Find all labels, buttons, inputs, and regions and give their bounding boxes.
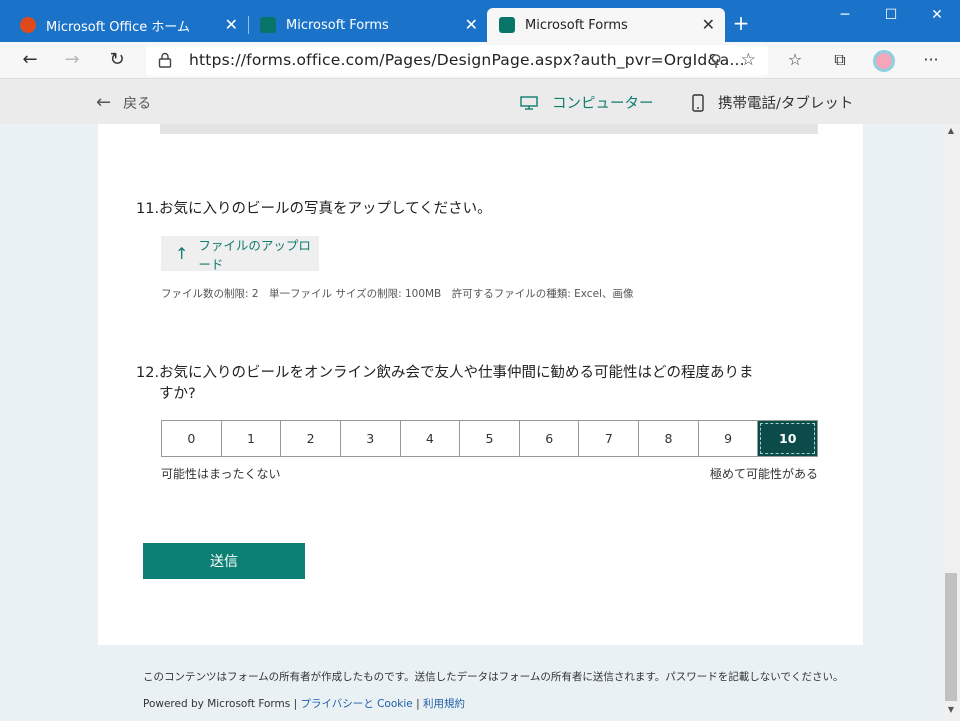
tab-forms-active[interactable]: Microsoft Forms ✕: [487, 8, 725, 42]
phone-icon: [692, 93, 704, 112]
question-number: 11.: [136, 201, 160, 217]
tab-title: Microsoft Forms: [525, 17, 628, 33]
scroll-down-icon[interactable]: ▼: [942, 705, 960, 719]
previous-question-block: [160, 124, 818, 134]
tab-office-home[interactable]: Microsoft Office ホーム ✕: [8, 8, 248, 42]
scale-low-label: 可能性はまったくない: [161, 467, 281, 481]
office-icon: [20, 17, 36, 33]
favorites-list-icon[interactable]: ☆: [782, 47, 808, 73]
new-tab-button[interactable]: +: [729, 11, 753, 35]
question-text-cont: すか?: [159, 386, 196, 402]
preview-toolbar: ← 戻る コンピューター 携帯電話/タブレット: [0, 80, 960, 124]
browser-toolbar: ← → ↻ https://forms.office.com/Pages/Des…: [0, 42, 960, 79]
close-icon[interactable]: ✕: [225, 15, 238, 35]
mobile-view-button[interactable]: 携帯電話/タブレット: [692, 92, 853, 113]
back-label: 戻る: [123, 95, 152, 112]
computer-view-button[interactable]: コンピューター: [520, 92, 654, 113]
footer-notice: このコンテンツはフォームの所有者が作成したものです。送信したデータはフォームの所…: [143, 671, 844, 683]
forward-arrow-icon[interactable]: →: [58, 46, 86, 74]
question-text: お気に入りのビールの写真をアップしてください。: [159, 201, 492, 217]
scale-option-8[interactable]: 8: [639, 421, 699, 456]
back-button[interactable]: ← 戻る: [96, 92, 151, 113]
question-number: 12.: [136, 365, 160, 381]
page-scrollbar[interactable]: ▲ ▼: [942, 124, 960, 721]
url-text: https://forms.office.com/Pages/DesignPag…: [189, 51, 745, 69]
scale-high-label: 極めて可能性がある: [709, 467, 818, 481]
file-upload-button[interactable]: ↑ ファイルのアップロード: [161, 236, 319, 272]
monitor-icon: [520, 95, 538, 110]
tab-forms-1[interactable]: Microsoft Forms ✕: [248, 8, 488, 42]
close-icon[interactable]: ✕: [702, 15, 715, 35]
privacy-link[interactable]: プライバシーと Cookie: [300, 698, 412, 710]
computer-label: コンピューター: [552, 96, 654, 112]
tab-title: Microsoft Forms: [286, 17, 389, 33]
footer-links: Powered by Microsoft Forms | プライバシーと Coo…: [143, 696, 465, 711]
form-viewport: 11.お気に入りのビールの写真をアップしてください。 ↑ ファイルのアップロード…: [0, 124, 942, 721]
window-close-button[interactable]: ✕: [914, 0, 960, 32]
question-11-title: 11.お気に入りのビールの写真をアップしてください。: [136, 199, 492, 220]
collections-icon[interactable]: ⧉: [827, 47, 853, 73]
close-icon[interactable]: ✕: [465, 15, 478, 35]
rating-scale: 0 1 2 3 4 5 6 7 8 9 10: [161, 420, 818, 457]
form-card: 11.お気に入りのビールの写真をアップしてください。 ↑ ファイルのアップロード…: [98, 124, 863, 645]
forms-icon: [260, 17, 276, 33]
scale-option-10[interactable]: 10: [758, 421, 818, 456]
minimize-button[interactable]: ─: [822, 0, 868, 32]
terms-link[interactable]: 利用規約: [423, 698, 465, 710]
scale-option-1[interactable]: 1: [222, 421, 282, 456]
back-arrow-icon: ←: [96, 92, 112, 113]
scale-option-7[interactable]: 7: [579, 421, 640, 456]
powered-by-text: Powered by Microsoft Forms |: [143, 698, 298, 710]
avatar[interactable]: [873, 50, 895, 72]
scale-option-5[interactable]: 5: [460, 421, 520, 456]
tab-title: Microsoft Office ホーム: [46, 19, 190, 35]
upload-arrow-icon: ↑: [175, 244, 189, 263]
scrollbar-thumb[interactable]: [945, 573, 957, 701]
scale-option-4[interactable]: 4: [401, 421, 461, 456]
scale-option-6[interactable]: 6: [520, 421, 580, 456]
favorite-star-icon[interactable]: ☆: [741, 50, 756, 70]
forms-icon: [499, 17, 515, 33]
mobile-label: 携帯電話/タブレット: [718, 96, 854, 112]
scale-option-3[interactable]: 3: [341, 421, 401, 456]
question-text: お気に入りのビールをオンライン飲み会で友人や仕事仲間に勧める可能性はどの程度あり…: [159, 365, 754, 381]
scale-option-2[interactable]: 2: [281, 421, 341, 456]
zoom-icon[interactable]: ⚲: [710, 51, 722, 70]
lock-icon: [158, 52, 172, 68]
upload-limits-text: ファイル数の制限: 2 単一ファイル サイズの制限: 100MB 許可するファイ…: [161, 288, 634, 300]
footer-separator: |: [416, 698, 420, 710]
browser-tab-strip: Microsoft Office ホーム ✕ Microsoft Forms ✕…: [0, 0, 960, 42]
scale-option-0[interactable]: 0: [162, 421, 222, 456]
scale-option-9[interactable]: 9: [699, 421, 759, 456]
submit-button[interactable]: 送信: [143, 543, 305, 579]
maximize-button[interactable]: ☐: [868, 0, 914, 32]
address-bar[interactable]: https://forms.office.com/Pages/DesignPag…: [146, 45, 768, 76]
question-12-title: 12.お気に入りのビールをオンライン飲み会で友人や仕事仲間に勧める可能性はどの程…: [136, 363, 754, 405]
more-menu-icon[interactable]: ···: [918, 47, 944, 73]
back-arrow-icon[interactable]: ←: [16, 46, 44, 74]
upload-label: ファイルのアップロード: [198, 237, 311, 272]
refresh-icon[interactable]: ↻: [103, 46, 131, 74]
scroll-up-icon[interactable]: ▲: [942, 126, 960, 140]
